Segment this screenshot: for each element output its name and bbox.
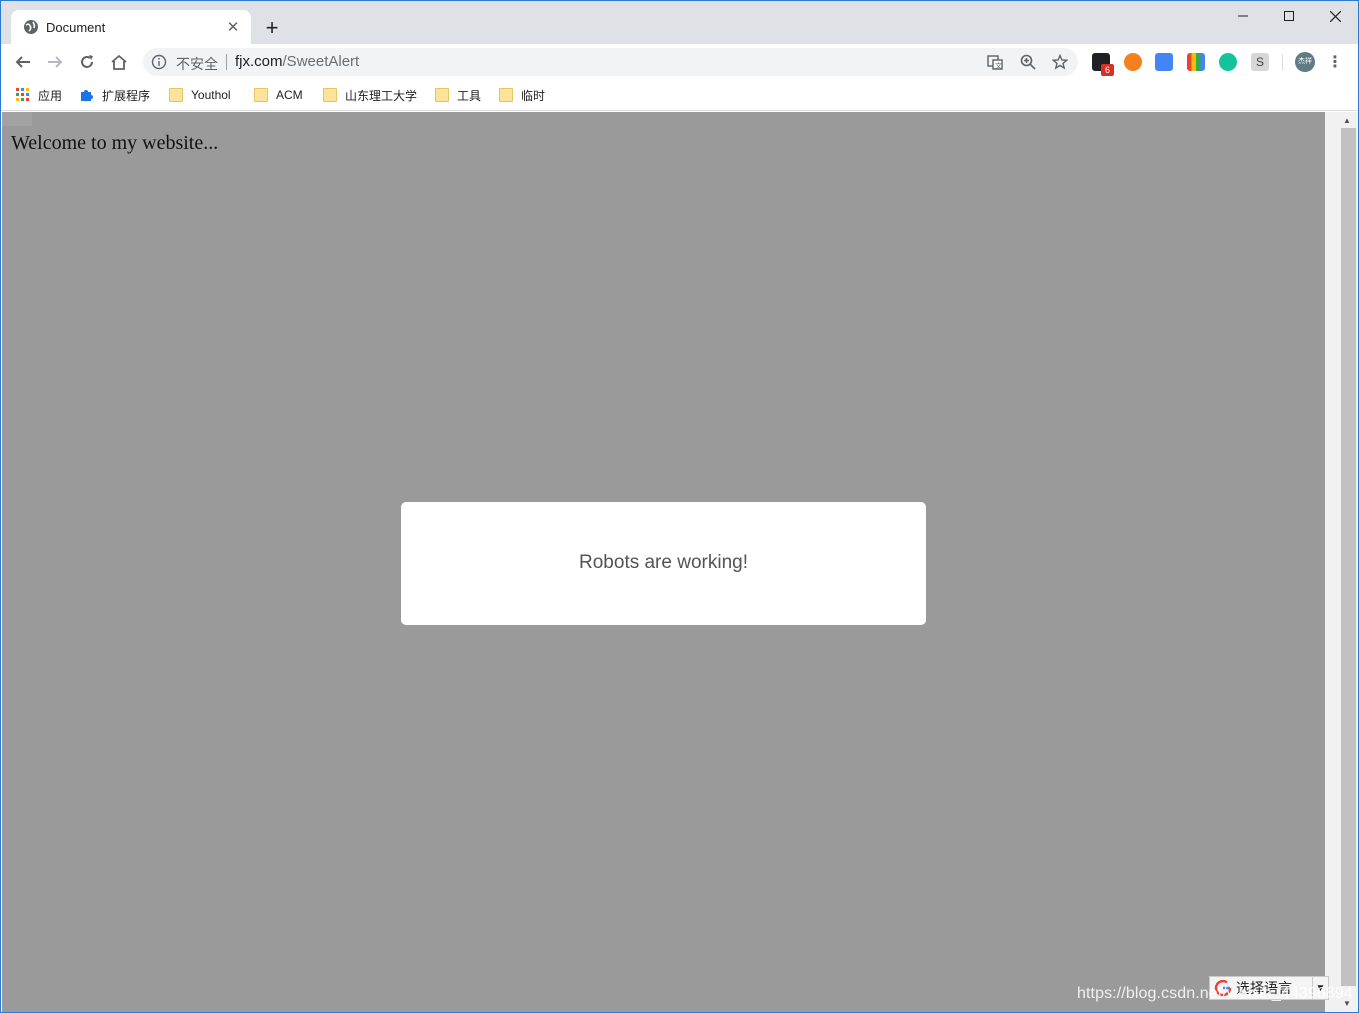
url-text[interactable]: fjx.com/SweetAlert bbox=[235, 53, 359, 70]
toolbar-divider bbox=[1282, 54, 1283, 70]
profile-avatar[interactable]: 杰祥 bbox=[1295, 52, 1315, 72]
extension-orange-icon[interactable] bbox=[1124, 53, 1142, 71]
close-window-button[interactable] bbox=[1312, 1, 1358, 31]
address-bar[interactable]: 不安全 fjx.com/SweetAlert 文 bbox=[143, 48, 1078, 76]
menu-kebab-icon[interactable]: ⋮ bbox=[1326, 53, 1344, 71]
puzzle-icon bbox=[80, 88, 94, 102]
extension-s-icon[interactable]: S bbox=[1251, 53, 1269, 71]
bookmark-youthol[interactable]: Youthol bbox=[169, 86, 231, 104]
extension-badge: 6 bbox=[1101, 64, 1114, 76]
new-tab-button[interactable]: + bbox=[259, 15, 285, 41]
forward-arrow-icon bbox=[48, 56, 63, 68]
vertical-scrollbar[interactable]: ▲ ▼ bbox=[1325, 112, 1358, 1012]
folder-icon bbox=[323, 88, 337, 102]
extension-translate-icon[interactable] bbox=[1155, 53, 1173, 71]
extension-grammarly-icon[interactable] bbox=[1219, 53, 1237, 71]
tab-close-icon[interactable]: ✕ bbox=[223, 17, 243, 37]
back-button[interactable] bbox=[9, 48, 37, 76]
tab-title: Document bbox=[46, 20, 106, 35]
bookmark-label: ACM bbox=[276, 88, 303, 102]
security-label[interactable]: 不安全 bbox=[176, 54, 218, 74]
zoom-icon[interactable] bbox=[1019, 53, 1037, 71]
reload-icon bbox=[81, 55, 93, 68]
bookmark-temp[interactable]: 临时 bbox=[499, 86, 545, 104]
back-arrow-icon bbox=[15, 56, 30, 68]
divider bbox=[226, 54, 227, 70]
extension-color-icon[interactable] bbox=[1187, 53, 1205, 71]
reload-button[interactable] bbox=[73, 48, 101, 76]
folder-icon bbox=[435, 88, 449, 102]
scroll-up-icon[interactable]: ▲ bbox=[1343, 116, 1351, 125]
bookmark-label: Youthol bbox=[191, 88, 231, 102]
folder-icon bbox=[169, 88, 183, 102]
bookmark-extensions[interactable]: 扩展程序 bbox=[80, 86, 150, 104]
page-overlay[interactable]: Welcome to my website... Robots are work… bbox=[2, 112, 1325, 1012]
minimize-button[interactable] bbox=[1220, 1, 1266, 31]
bookmark-label: 扩展程序 bbox=[102, 88, 151, 103]
bookmark-acm[interactable]: ACM bbox=[254, 86, 303, 104]
bookmark-sdut[interactable]: 山东理工大学 bbox=[323, 86, 417, 104]
home-button[interactable] bbox=[105, 48, 133, 76]
bookmark-apps[interactable]: 应用 bbox=[16, 86, 62, 104]
bookmark-star-icon[interactable] bbox=[1051, 53, 1069, 71]
svg-text:文: 文 bbox=[995, 61, 1002, 70]
url-host: fjx.com bbox=[235, 53, 283, 70]
forward-button[interactable] bbox=[41, 48, 69, 76]
watermark-text: https://blog.csdn.net/weixin_44396894 bbox=[1077, 985, 1353, 1002]
tab-document[interactable]: Document ✕ bbox=[11, 10, 251, 44]
alert-message: Robots are working! bbox=[579, 552, 748, 573]
browser-window: Document ✕ + 不安全 fjx.com/SweetAlert 文 6 … bbox=[0, 0, 1359, 1013]
url-path: /SweetAlert bbox=[282, 53, 360, 70]
welcome-text: Welcome to my website... bbox=[11, 132, 219, 154]
folder-icon bbox=[254, 88, 268, 102]
bookmark-label: 工具 bbox=[457, 88, 482, 103]
maximize-button[interactable] bbox=[1266, 1, 1312, 31]
bookmark-label: 山东理工大学 bbox=[345, 88, 418, 103]
alert-dialog: Robots are working! bbox=[401, 502, 926, 625]
page-corner-box bbox=[2, 112, 32, 126]
translate-icon[interactable]: 文 bbox=[986, 53, 1004, 71]
info-icon[interactable] bbox=[151, 54, 167, 70]
scrollbar-thumb[interactable] bbox=[1341, 128, 1356, 986]
toolbar: 不安全 fjx.com/SweetAlert 文 6 S 杰祥 ⋮ bbox=[1, 44, 1358, 80]
bookmarks-bar: 应用 扩展程序 Youthol ACM 山东理工大学 工具 临时 bbox=[1, 80, 1358, 111]
bookmark-label: 应用 bbox=[38, 88, 63, 103]
globe-icon bbox=[23, 19, 39, 35]
tab-strip: Document ✕ + bbox=[1, 1, 1358, 44]
bookmark-label: 临时 bbox=[521, 88, 546, 103]
bookmark-tools[interactable]: 工具 bbox=[435, 86, 481, 104]
apps-grid-icon bbox=[16, 88, 30, 102]
folder-icon bbox=[499, 88, 513, 102]
home-icon bbox=[111, 54, 127, 70]
